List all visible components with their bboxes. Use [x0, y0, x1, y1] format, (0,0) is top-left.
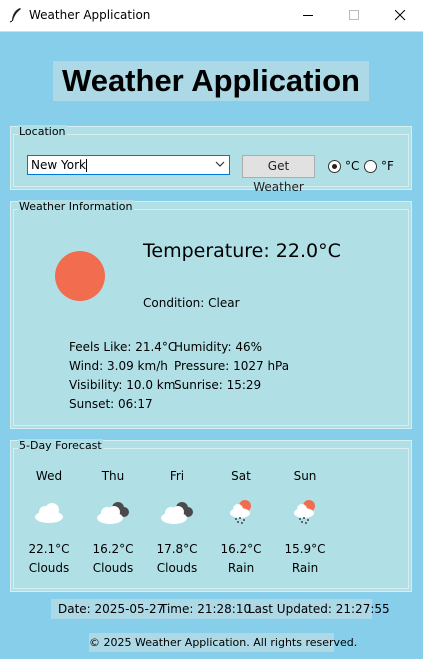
forecast-panel: 5-Day Forecast Wed 22.1°C Clouds Thu 16.…: [10, 439, 412, 592]
chevron-down-icon[interactable]: [215, 161, 225, 168]
forecast-temp: 15.9°C: [284, 542, 326, 556]
fahrenheit-label[interactable]: °F: [381, 159, 394, 173]
status-bar: Date: 2025-05-27 Time: 21:28:10 Last Upd…: [51, 599, 390, 619]
forecast-day-name: Thu: [101, 469, 125, 483]
forecast-condition: Clouds: [156, 561, 198, 575]
close-button[interactable]: [377, 0, 423, 31]
forecast-day-name: Wed: [35, 469, 63, 483]
rain-sun-icon: [294, 500, 315, 524]
temperature-text: Temperature: 22.0°C: [143, 240, 341, 262]
feels-like-text: Feels Like: 21.4°C: [69, 340, 177, 354]
feather-icon: [9, 8, 21, 23]
wind-text: Wind: 3.09 km/h: [69, 359, 168, 373]
forecast-condition: Rain: [291, 561, 319, 575]
celsius-radio[interactable]: [328, 160, 341, 173]
close-icon: [395, 10, 406, 21]
rain-sun-icon: [230, 500, 251, 524]
visibility-text: Visibility: 10.0 km: [69, 378, 176, 392]
forecast-condition: Rain: [227, 561, 255, 575]
city-input-value[interactable]: New York: [31, 158, 86, 172]
city-combobox[interactable]: New York: [27, 155, 230, 175]
forecast-temp: 16.2°C: [220, 542, 262, 556]
copyright-footer: © 2025 Weather Application. All rights r…: [89, 633, 357, 652]
date-text: Date: 2025-05-27: [58, 602, 165, 616]
weather-info-legend: Weather Information: [18, 200, 134, 213]
forecast-day-name: Sat: [231, 469, 251, 483]
dark-clouds-icon: [97, 502, 129, 524]
forecast-temp: 22.1°C: [28, 542, 70, 556]
minimize-icon: [303, 15, 313, 16]
sunset-text: Sunset: 06:17: [69, 397, 153, 411]
maximize-button[interactable]: [331, 0, 377, 31]
forecast-temp: 16.2°C: [92, 542, 134, 556]
get-weather-button[interactable]: Get Weather: [242, 155, 315, 194]
sunrise-text: Sunrise: 15:29: [174, 378, 262, 392]
window-titlebar: Weather Application: [0, 0, 423, 32]
forecast-legend: 5-Day Forecast: [18, 439, 103, 452]
maximize-icon: [349, 10, 359, 20]
sun-icon: [55, 251, 105, 301]
minimize-button[interactable]: [285, 0, 331, 31]
condition-text: Condition: Clear: [143, 296, 240, 310]
last-updated-text: Last Updated: 21:27:55: [248, 602, 390, 616]
text-caret: [86, 159, 87, 172]
window-title: Weather Application: [29, 8, 151, 22]
cloud-icon: [35, 503, 63, 523]
page-title: Weather Application: [53, 61, 369, 101]
forecast-day-name: Sun: [293, 469, 317, 483]
humidity-text: Humidity: 46%: [174, 340, 263, 354]
pressure-text: Pressure: 1027 hPa: [174, 359, 290, 373]
celsius-label[interactable]: °C: [345, 159, 359, 173]
forecast-condition: Clouds: [92, 561, 134, 575]
fahrenheit-radio[interactable]: [364, 160, 377, 173]
dark-clouds-icon: [161, 502, 193, 524]
forecast-day-name: Fri: [169, 469, 185, 483]
weather-info-panel: Weather Information Temperature: 22.0°C …: [10, 200, 412, 429]
location-legend: Location: [18, 125, 67, 138]
time-text: Time: 21:28:10: [160, 602, 252, 616]
forecast-temp: 17.8°C: [156, 542, 198, 556]
location-panel: Location New York Get Weather °C °F: [10, 125, 412, 194]
forecast-condition: Clouds: [28, 561, 70, 575]
